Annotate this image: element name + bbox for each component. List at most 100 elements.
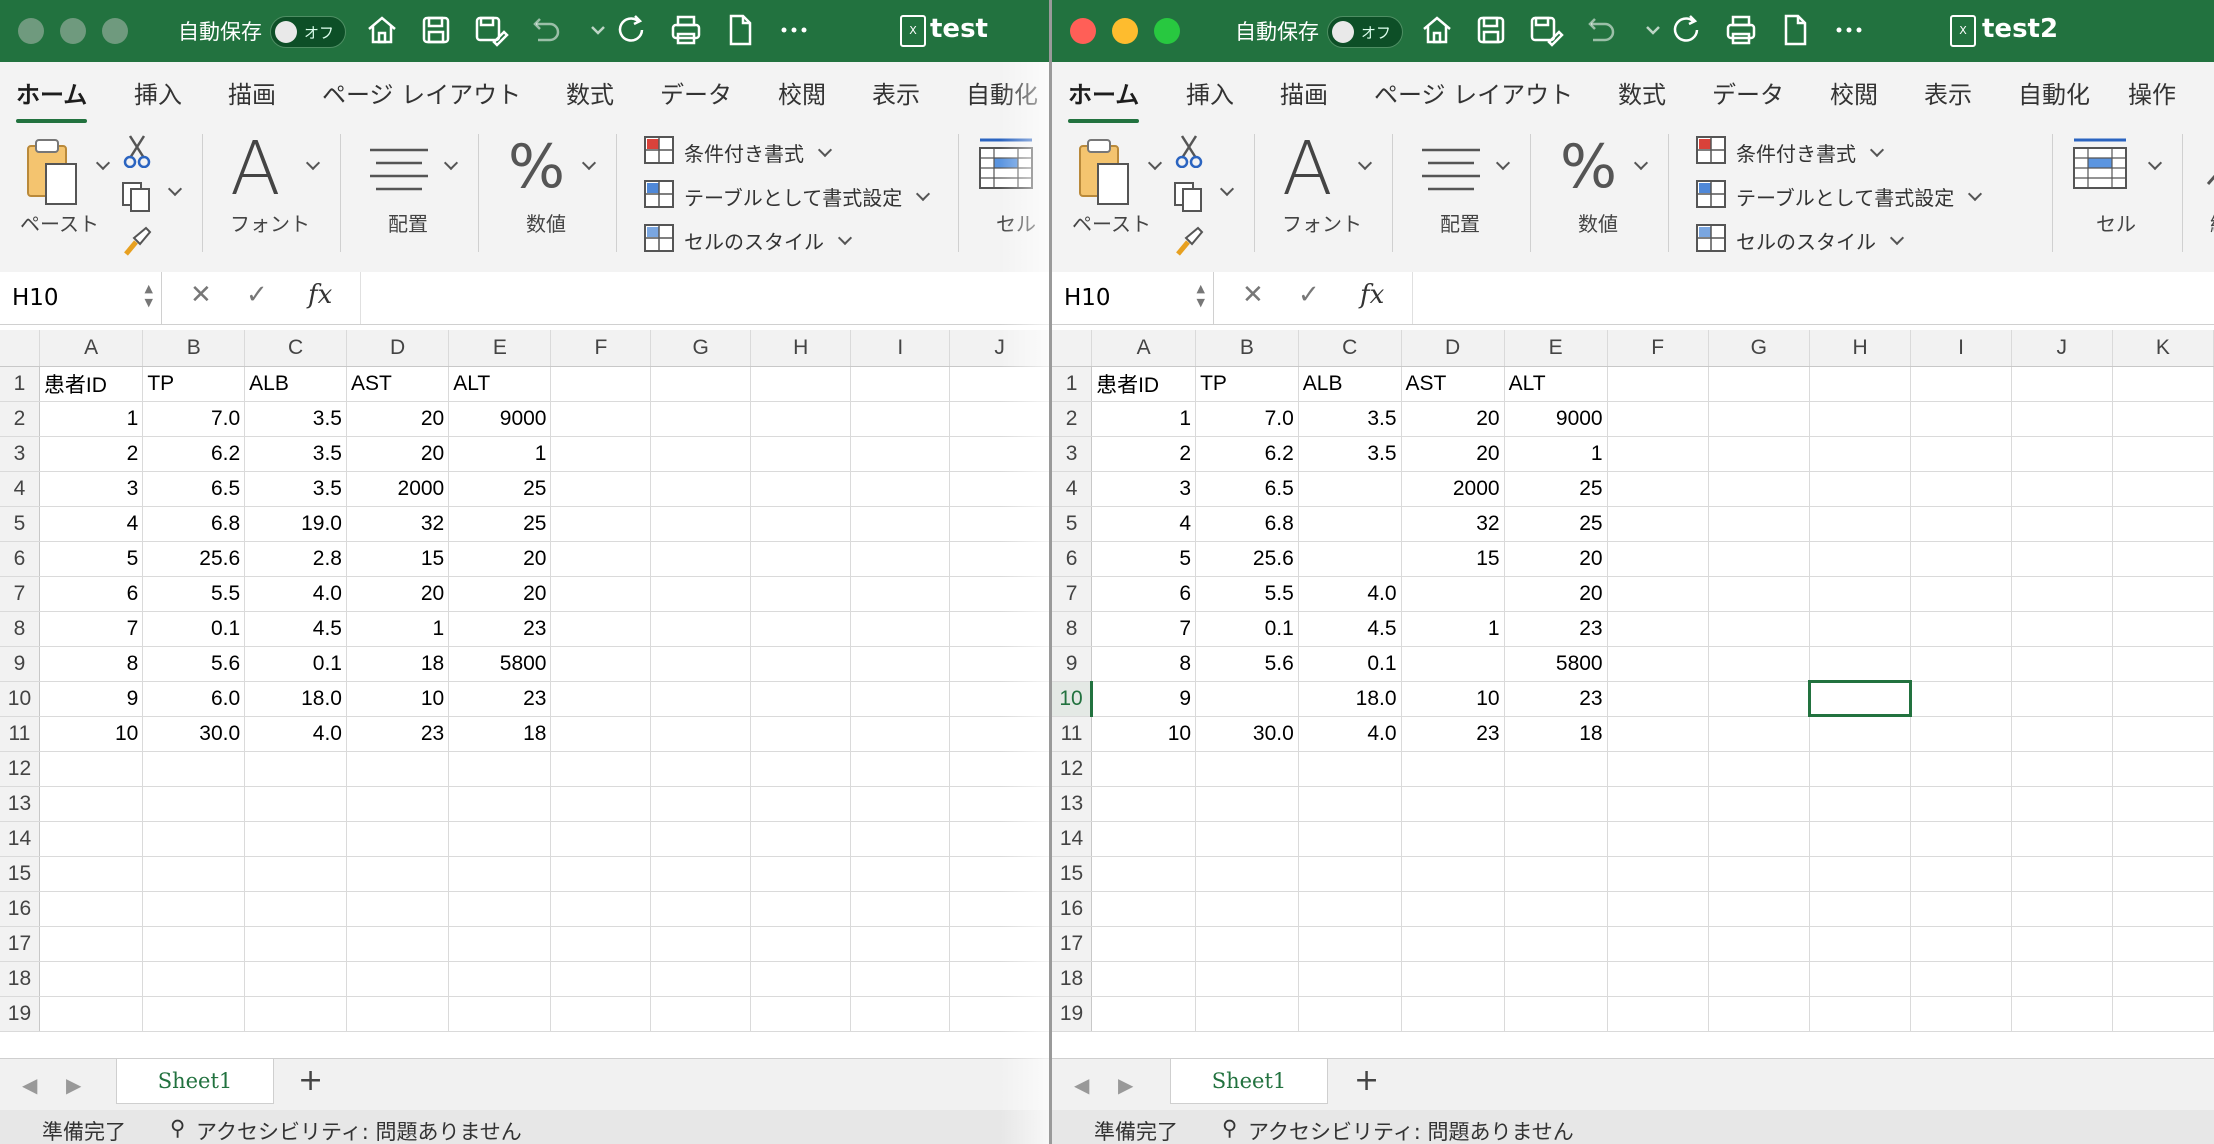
cell[interactable] <box>142 961 246 997</box>
row-header[interactable]: 19 <box>0 996 40 1032</box>
cell[interactable] <box>1910 996 2012 1032</box>
cell[interactable] <box>1809 856 1912 892</box>
cell[interactable] <box>1708 786 1810 822</box>
cell[interactable] <box>346 926 450 962</box>
cell[interactable] <box>1298 961 1402 997</box>
cell[interactable]: 18 <box>1504 716 1608 752</box>
row-header[interactable]: 14 <box>0 821 40 857</box>
cell[interactable] <box>1504 926 1608 962</box>
close-window-button[interactable] <box>1070 18 1096 44</box>
cell[interactable] <box>1607 751 1709 787</box>
column-header[interactable]: A <box>1091 330 1197 367</box>
cell[interactable] <box>750 751 852 787</box>
close-window-button[interactable] <box>18 18 44 44</box>
cell[interactable] <box>1809 471 1912 507</box>
cell[interactable] <box>750 856 852 892</box>
column-header[interactable]: B <box>142 330 246 367</box>
cell[interactable]: 18 <box>448 716 552 752</box>
cell[interactable] <box>1708 366 1810 402</box>
column-header[interactable]: J <box>2011 330 2113 367</box>
cell[interactable] <box>650 751 752 787</box>
tab-6[interactable]: 校閲 <box>1830 75 1878 110</box>
cell[interactable] <box>650 611 752 647</box>
accessibility-icon[interactable]: ⚲ <box>170 1116 185 1140</box>
cell[interactable] <box>550 681 652 717</box>
tab-2[interactable]: 描画 <box>1280 75 1328 110</box>
cell[interactable] <box>850 821 951 857</box>
cell[interactable] <box>448 996 552 1032</box>
cell[interactable] <box>1910 891 2012 927</box>
cell[interactable]: 5800 <box>1504 646 1608 682</box>
cell[interactable] <box>2011 751 2113 787</box>
print-icon[interactable] <box>666 10 706 50</box>
cell[interactable] <box>1401 996 1505 1032</box>
cell[interactable] <box>1809 821 1912 857</box>
formula-input[interactable] <box>360 272 1050 324</box>
cell[interactable] <box>1809 751 1912 787</box>
save-as-icon[interactable] <box>1525 10 1565 50</box>
row-header[interactable]: 17 <box>1052 926 1093 962</box>
cell[interactable] <box>2011 401 2113 437</box>
cell[interactable] <box>2011 506 2113 542</box>
save-icon[interactable] <box>416 10 456 50</box>
copy-icon[interactable] <box>120 180 154 214</box>
cell[interactable] <box>142 821 246 857</box>
row-header[interactable]: 5 <box>0 506 40 542</box>
cell[interactable]: 25 <box>1504 506 1608 542</box>
cell[interactable] <box>1910 366 2012 402</box>
cell[interactable] <box>1091 996 1197 1032</box>
cell[interactable] <box>2112 471 2214 507</box>
cell[interactable] <box>949 646 1050 682</box>
cell[interactable] <box>1607 366 1709 402</box>
cell[interactable] <box>750 436 852 472</box>
save-icon[interactable] <box>1471 10 1511 50</box>
cell[interactable]: 25.6 <box>142 541 246 577</box>
cell[interactable]: 2 <box>39 436 144 472</box>
cell[interactable]: 3.5 <box>244 401 347 437</box>
cell[interactable] <box>1195 856 1299 892</box>
row-header[interactable]: 3 <box>0 436 40 472</box>
cell[interactable] <box>39 891 144 927</box>
name-box[interactable]: H10 ▲ ▼ <box>1052 272 1214 324</box>
cell[interactable] <box>1910 926 2012 962</box>
cell[interactable] <box>244 786 347 822</box>
cells-group[interactable]: セル <box>2070 124 2190 272</box>
cell[interactable] <box>1091 891 1197 927</box>
cell[interactable] <box>1298 471 1402 507</box>
cell[interactable] <box>346 786 450 822</box>
cell[interactable] <box>750 996 852 1032</box>
row-header[interactable]: 15 <box>0 856 40 892</box>
cell[interactable] <box>750 891 852 927</box>
cell[interactable] <box>448 961 552 997</box>
more-icon[interactable] <box>1829 10 1869 50</box>
cell[interactable]: 20 <box>1504 576 1608 612</box>
cell[interactable] <box>949 576 1050 612</box>
cell[interactable]: 9 <box>1091 681 1197 717</box>
cell[interactable]: 1 <box>39 401 144 437</box>
cell[interactable]: 4.0 <box>244 716 347 752</box>
cell[interactable] <box>1809 961 1912 997</box>
status-accessibility[interactable]: アクセシビリティ: 問題ありません <box>196 1116 522 1144</box>
cell[interactable] <box>550 541 652 577</box>
cell[interactable] <box>448 751 552 787</box>
more-icon[interactable] <box>774 10 814 50</box>
cell[interactable] <box>750 681 852 717</box>
cell[interactable] <box>550 436 652 472</box>
cell[interactable] <box>949 681 1050 717</box>
cell[interactable] <box>1298 821 1402 857</box>
column-header[interactable]: F <box>1607 330 1709 367</box>
row-header[interactable]: 3 <box>1052 436 1093 472</box>
cell[interactable]: 0.1 <box>244 646 347 682</box>
cell[interactable] <box>949 786 1050 822</box>
cell[interactable]: 25 <box>448 506 552 542</box>
cell[interactable]: 8 <box>1091 646 1197 682</box>
cell[interactable] <box>850 366 951 402</box>
cell[interactable] <box>1809 786 1912 822</box>
cell[interactable] <box>1708 996 1810 1032</box>
row-header[interactable]: 4 <box>1052 471 1093 507</box>
cell[interactable] <box>949 856 1050 892</box>
autosave-toggle[interactable]: オフ <box>270 16 346 48</box>
cell[interactable] <box>346 996 450 1032</box>
tab-6[interactable]: 校閲 <box>778 75 826 110</box>
cell[interactable]: AST <box>1401 366 1505 402</box>
